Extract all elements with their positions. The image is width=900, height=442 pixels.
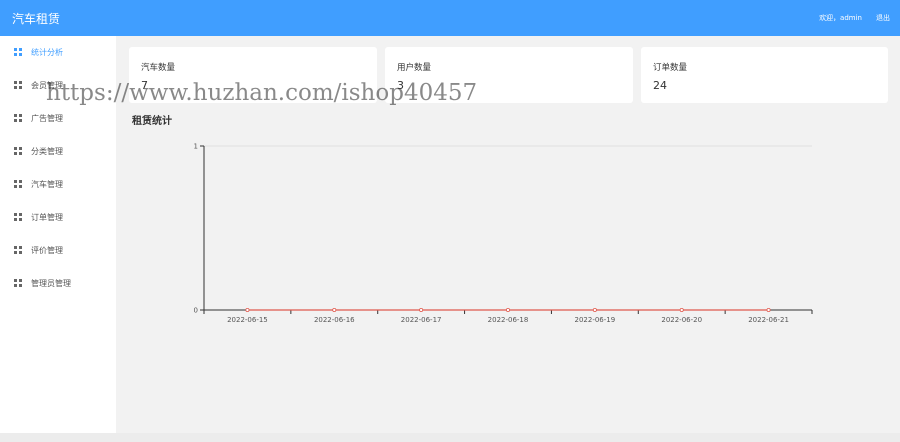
y-tick-label: 1 (194, 143, 198, 151)
user-area: 欢迎，admin 退出 (819, 13, 890, 23)
x-tick-label: 2022-06-18 (488, 316, 529, 324)
data-point (419, 307, 424, 312)
stat-card-title: 汽车数量 (141, 63, 176, 73)
sidebar-item-label: 汽车管理 (31, 179, 63, 189)
data-point (505, 307, 510, 312)
bottom-strip (0, 433, 900, 442)
data-point (592, 307, 597, 312)
data-point (332, 307, 337, 312)
stat-card-value: 7 (141, 79, 148, 92)
sidebar-item-label: 管理员管理 (31, 278, 71, 288)
sidebar-item-admins[interactable]: 管理员管理 (0, 270, 116, 296)
grid-icon (14, 180, 22, 188)
top-header: 汽车租赁 欢迎，admin 退出 (0, 0, 900, 36)
grid-icon (14, 114, 22, 122)
app-title: 汽车租赁 (12, 12, 61, 26)
x-tick-label: 2022-06-17 (401, 316, 442, 324)
section-title: 租赁统计 (132, 116, 172, 127)
x-tick-label: 2022-06-15 (227, 316, 268, 324)
grid-icon (14, 279, 22, 287)
grid-icon (14, 246, 22, 254)
rental-line-chart: 0 1 2022-06-15 2022-06-16 2022-06-17 2022-06-… (194, 143, 813, 324)
sidebar-item-cars[interactable]: 汽车管理 (0, 171, 116, 197)
x-tick-label: 2022-06-16 (314, 316, 355, 324)
sidebar: 统计分析 会员管理 广告管理 分类管理 汽车管理 订单管理 评价管理 管理员管理 (0, 36, 116, 433)
sidebar-item-label: 广告管理 (31, 113, 63, 123)
sidebar-item-label: 统计分析 (31, 47, 63, 57)
sidebar-item-members[interactable]: 会员管理 (0, 72, 116, 98)
welcome-text: 欢迎，admin (819, 14, 862, 22)
x-tick-label: 2022-06-19 (575, 316, 616, 324)
sidebar-item-label: 会员管理 (31, 80, 63, 90)
data-point (679, 307, 684, 312)
sidebar-item-statistics[interactable]: 统计分析 (0, 39, 116, 65)
sidebar-item-label: 评价管理 (31, 245, 63, 255)
stat-card-value: 24 (653, 79, 667, 92)
sidebar-item-orders[interactable]: 订单管理 (0, 204, 116, 230)
stat-card-cars: 汽车数量 7 (129, 47, 377, 103)
x-tick-label: 2022-06-21 (748, 316, 789, 324)
logout-link[interactable]: 退出 (876, 13, 890, 23)
stat-card-title: 订单数量 (653, 63, 688, 73)
data-point (766, 307, 771, 312)
y-tick-label: 0 (194, 307, 198, 315)
stat-card-users: 用户数量 3 (385, 47, 633, 103)
sidebar-item-categories[interactable]: 分类管理 (0, 138, 116, 164)
stat-card-value: 3 (397, 79, 404, 92)
sidebar-item-label: 分类管理 (31, 146, 63, 156)
stat-card-title: 用户数量 (397, 63, 432, 73)
data-point (245, 307, 250, 312)
grid-icon (14, 213, 22, 221)
grid-icon (14, 48, 22, 56)
grid-icon (14, 147, 22, 155)
x-tick-label: 2022-06-20 (661, 316, 702, 324)
sidebar-item-ads[interactable]: 广告管理 (0, 105, 116, 131)
grid-icon (14, 81, 22, 89)
sidebar-item-label: 订单管理 (31, 212, 63, 222)
stat-card-orders: 订单数量 24 (641, 47, 888, 103)
sidebar-item-reviews[interactable]: 评价管理 (0, 237, 116, 263)
